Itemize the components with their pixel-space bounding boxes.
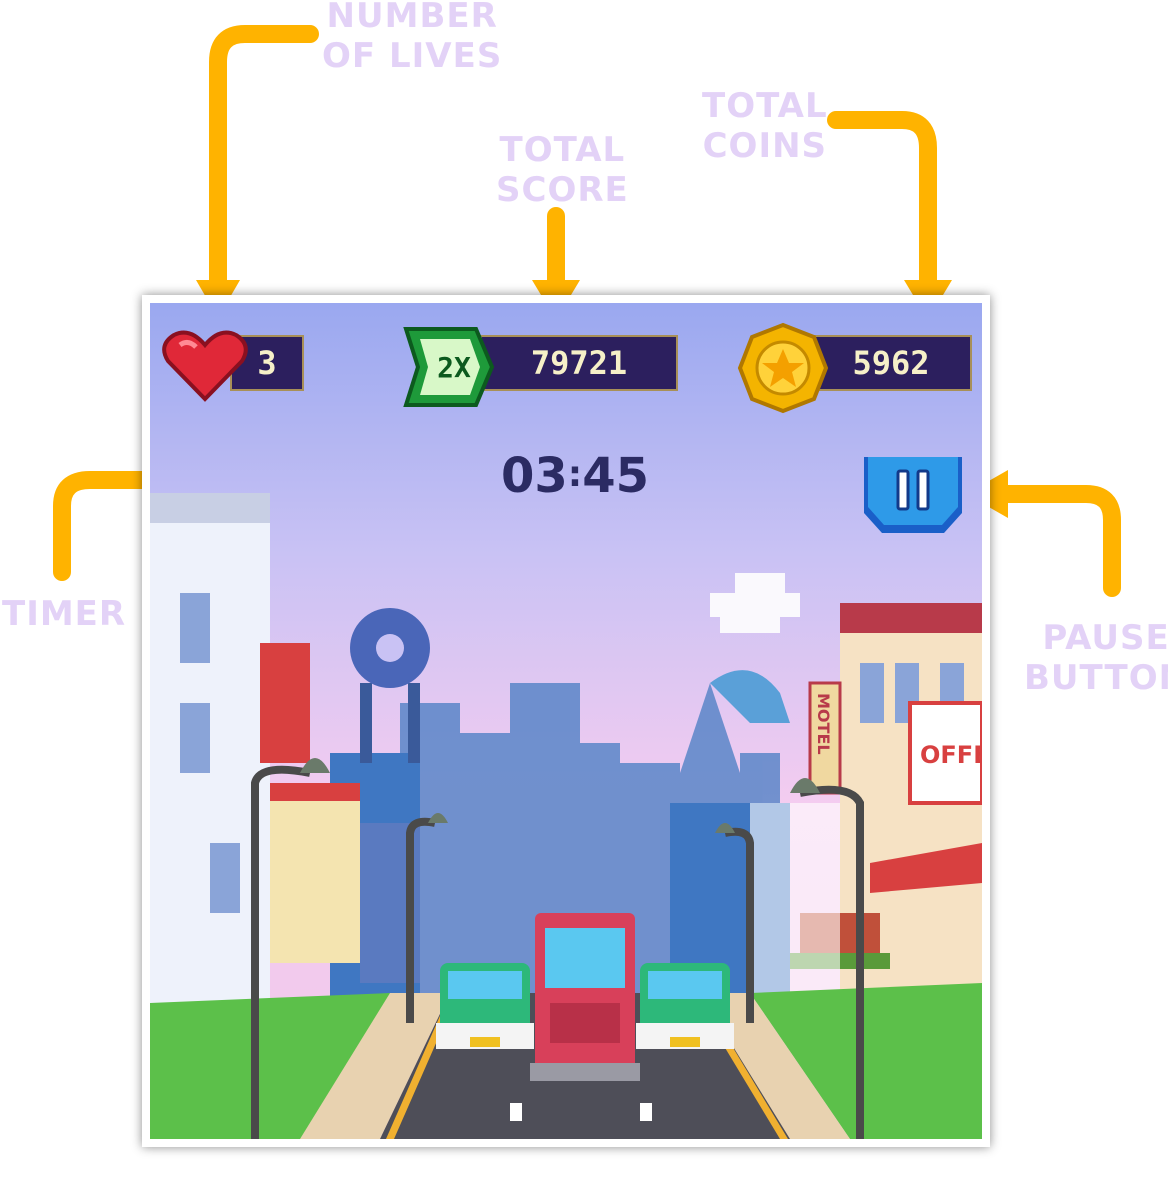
pause-button[interactable] <box>860 453 966 537</box>
multiplier-badge-icon: 2X <box>403 327 495 407</box>
vehicle-truck <box>530 913 640 1081</box>
game-screen: OFFE MOTEL 3 79721 2X 5962 03:45 <box>150 303 982 1139</box>
offer-sign-text: OFFE <box>920 741 982 769</box>
timer-seconds: 45 <box>582 448 649 504</box>
coins-panel: 5962 <box>810 335 972 391</box>
timer: 03:45 <box>475 448 675 504</box>
coin-icon <box>737 322 829 414</box>
arrow-to-lives <box>209 25 319 297</box>
score-value: 79721 <box>530 344 628 382</box>
coins-value: 5962 <box>852 344 930 382</box>
vehicle-right-car <box>636 963 734 1049</box>
lives-count: 3 <box>257 344 277 382</box>
heart-icon <box>162 330 248 402</box>
game-screenshot-frame: OFFE MOTEL 3 79721 2X 5962 03:45 <box>142 295 990 1147</box>
vehicle-left-car <box>436 963 534 1049</box>
multiplier-text: 2X <box>437 351 471 384</box>
city-street-scene: OFFE MOTEL <box>150 303 982 1139</box>
timer-minutes: 03 <box>501 448 568 504</box>
timer-separator: : <box>567 454 583 495</box>
motel-sign-text: MOTEL <box>814 693 833 755</box>
arrow-to-coins <box>827 111 937 294</box>
arrow-to-pause <box>991 485 1121 597</box>
score-panel: 79721 <box>480 335 678 391</box>
